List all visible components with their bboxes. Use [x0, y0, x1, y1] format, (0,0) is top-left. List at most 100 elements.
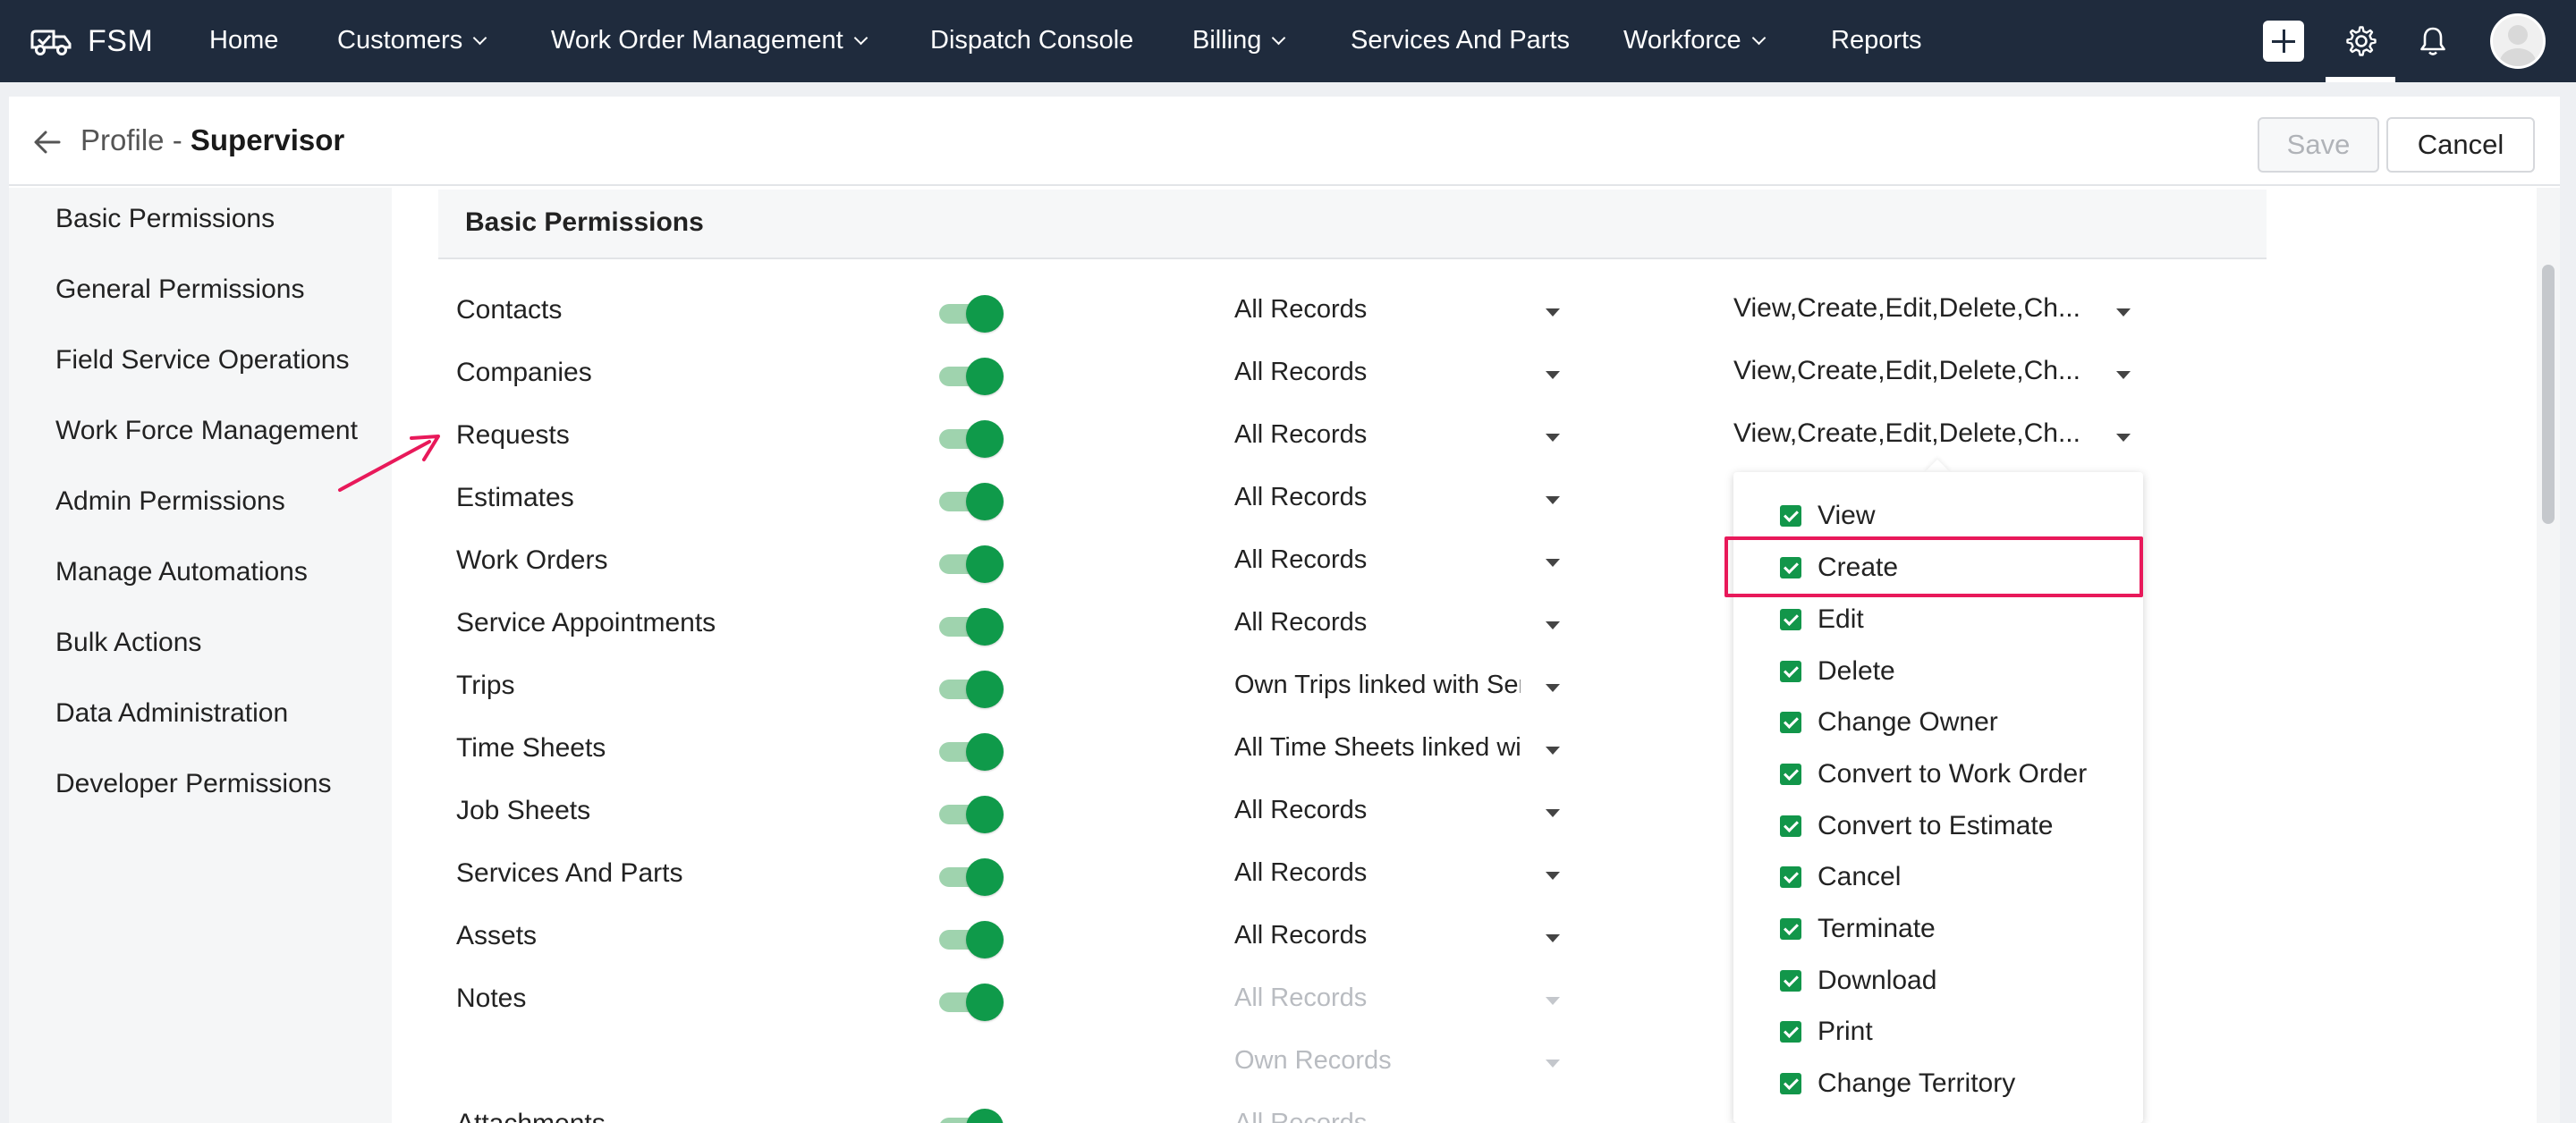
caret-down-icon[interactable] [1546, 747, 1560, 755]
scope-select[interactable]: All Records [1234, 608, 1521, 637]
module-toggle[interactable] [939, 796, 1004, 833]
save-button[interactable]: Save [2258, 117, 2379, 173]
scope-select[interactable]: All Records [1234, 358, 1521, 387]
scope-select[interactable]: All Records [1234, 483, 1521, 512]
user-menu[interactable] [2490, 0, 2546, 82]
plus-icon[interactable] [2263, 21, 2304, 62]
sidebar-item-bulk-actions[interactable]: Bulk Actions [55, 628, 201, 658]
user-avatar[interactable] [2490, 13, 2546, 69]
nav-home[interactable]: Home [209, 0, 278, 82]
module-toggle[interactable] [939, 358, 1004, 395]
checkbox-checked-icon[interactable] [1780, 609, 1801, 630]
module-toggle[interactable] [939, 1109, 1004, 1123]
scope-select[interactable]: All Records [1234, 921, 1521, 950]
chevron-down-icon [1272, 30, 1286, 46]
permissions-select[interactable]: View,Create,Edit,Delete,Ch... [1733, 293, 2080, 324]
permission-option-download[interactable]: Download [1780, 958, 1936, 1003]
permissions-select[interactable]: View,Create,Edit,Delete,Ch... [1733, 418, 2080, 449]
checkbox-checked-icon[interactable] [1780, 661, 1801, 682]
caret-down-icon[interactable] [1546, 308, 1560, 317]
checkbox-checked-icon[interactable] [1780, 505, 1801, 527]
scope-select[interactable]: All Records [1234, 545, 1521, 575]
checkbox-checked-icon[interactable] [1780, 918, 1801, 940]
checkbox-checked-icon[interactable] [1780, 712, 1801, 733]
checkbox-checked-icon[interactable] [1780, 1021, 1801, 1043]
scope-select[interactable]: All Records [1234, 420, 1521, 450]
sidebar-item-developer-permissions[interactable]: Developer Permissions [55, 769, 331, 799]
permission-option-change-owner[interactable]: Change Owner [1780, 700, 1998, 745]
caret-down-icon[interactable] [1546, 934, 1560, 942]
caret-down-icon[interactable] [1546, 496, 1560, 504]
row-label: Companies [456, 358, 592, 387]
permission-option-cancel[interactable]: Cancel [1780, 855, 1901, 899]
checkbox-checked-icon[interactable] [1780, 1073, 1801, 1094]
nav-dispatch-console[interactable]: Dispatch Console [930, 0, 1133, 82]
checkbox-checked-icon[interactable] [1780, 970, 1801, 992]
scope-select[interactable]: All Records [1234, 295, 1521, 325]
sidebar-item-admin-permissions[interactable]: Admin Permissions [55, 486, 285, 517]
module-toggle[interactable] [939, 733, 1004, 771]
cancel-button[interactable]: Cancel [2386, 117, 2535, 173]
app-logo[interactable]: FSM [27, 18, 153, 64]
caret-down-icon[interactable] [1546, 809, 1560, 817]
checkbox-checked-icon[interactable] [1780, 764, 1801, 785]
notifications-button[interactable] [2415, 0, 2451, 82]
option-label: Convert to Work Order [1818, 759, 2088, 789]
caret-down-icon[interactable] [1546, 872, 1560, 880]
checkbox-checked-icon[interactable] [1780, 866, 1801, 888]
module-toggle[interactable] [939, 671, 1004, 708]
row-label: Estimates [456, 483, 574, 512]
quick-create[interactable] [2263, 0, 2304, 82]
permission-option-terminate[interactable]: Terminate [1780, 907, 1936, 951]
permission-option-edit[interactable]: Edit [1780, 597, 1864, 642]
caret-down-icon[interactable] [2116, 308, 2131, 317]
sidebar-item-manage-automations[interactable]: Manage Automations [55, 557, 308, 587]
sidebar-item-data-administration[interactable]: Data Administration [55, 698, 288, 729]
sidebar-item-general-permissions[interactable]: General Permissions [55, 274, 304, 305]
nav-services-and-parts[interactable]: Services And Parts [1351, 0, 1570, 82]
nav-customers-label: Customers [337, 26, 463, 55]
scope-select[interactable]: All Records [1234, 858, 1521, 888]
scrollbar-thumb[interactable] [2542, 265, 2555, 524]
caret-down-icon[interactable] [2116, 434, 2131, 442]
nav-work-order-management[interactable]: Work Order Management [551, 0, 868, 82]
permission-option-convert-to-estimate[interactable]: Convert to Estimate [1780, 804, 2053, 849]
checkbox-checked-icon[interactable] [1780, 815, 1801, 837]
permission-option-convert-to-work-order[interactable]: Convert to Work Order [1780, 752, 2087, 797]
permissions-select[interactable]: View,Create,Edit,Delete,Ch... [1733, 356, 2080, 386]
permission-option-delete[interactable]: Delete [1780, 649, 1895, 694]
scope-select[interactable]: All Time Sheets linked wi [1234, 733, 1521, 763]
permission-option-change-territory[interactable]: Change Territory [1780, 1061, 2015, 1106]
module-toggle[interactable] [939, 420, 1004, 458]
module-toggle[interactable] [939, 858, 1004, 896]
module-toggle[interactable] [939, 984, 1004, 1021]
module-toggle[interactable] [939, 921, 1004, 958]
caret-down-icon[interactable] [1546, 371, 1560, 379]
sidebar-item-work-force-management[interactable]: Work Force Management [55, 416, 358, 446]
permission-option-view[interactable]: View [1780, 494, 1875, 538]
scope-select[interactable]: All Records [1234, 796, 1521, 825]
module-toggle[interactable] [939, 608, 1004, 646]
nav-reports[interactable]: Reports [1831, 0, 1922, 82]
nav-home-label: Home [209, 26, 279, 55]
settings-button[interactable] [2343, 0, 2379, 82]
caret-down-icon[interactable] [1546, 434, 1560, 442]
caret-down-icon[interactable] [1546, 684, 1560, 692]
module-toggle[interactable] [939, 483, 1004, 520]
caret-down-icon[interactable] [1546, 621, 1560, 629]
sidebar-item-basic-permissions[interactable]: Basic Permissions [55, 204, 275, 234]
row-label: Job Sheets [456, 796, 591, 825]
module-toggle[interactable] [939, 545, 1004, 583]
scope-select[interactable]: Own Trips linked with Ser [1234, 671, 1521, 700]
toggle-knob [966, 921, 1004, 958]
permission-option-print[interactable]: Print [1780, 1009, 1873, 1054]
sidebar-item-field-service-operations[interactable]: Field Service Operations [55, 345, 349, 376]
nav-billing[interactable]: Billing [1192, 0, 1286, 82]
module-toggle[interactable] [939, 295, 1004, 333]
caret-down-icon[interactable] [2116, 371, 2131, 379]
nav-workforce[interactable]: Workforce [1623, 0, 1766, 82]
caret-down-icon[interactable] [1546, 559, 1560, 567]
toggle-knob [966, 796, 1004, 833]
nav-customers[interactable]: Customers [337, 0, 487, 82]
back-arrow-icon[interactable] [32, 127, 63, 157]
